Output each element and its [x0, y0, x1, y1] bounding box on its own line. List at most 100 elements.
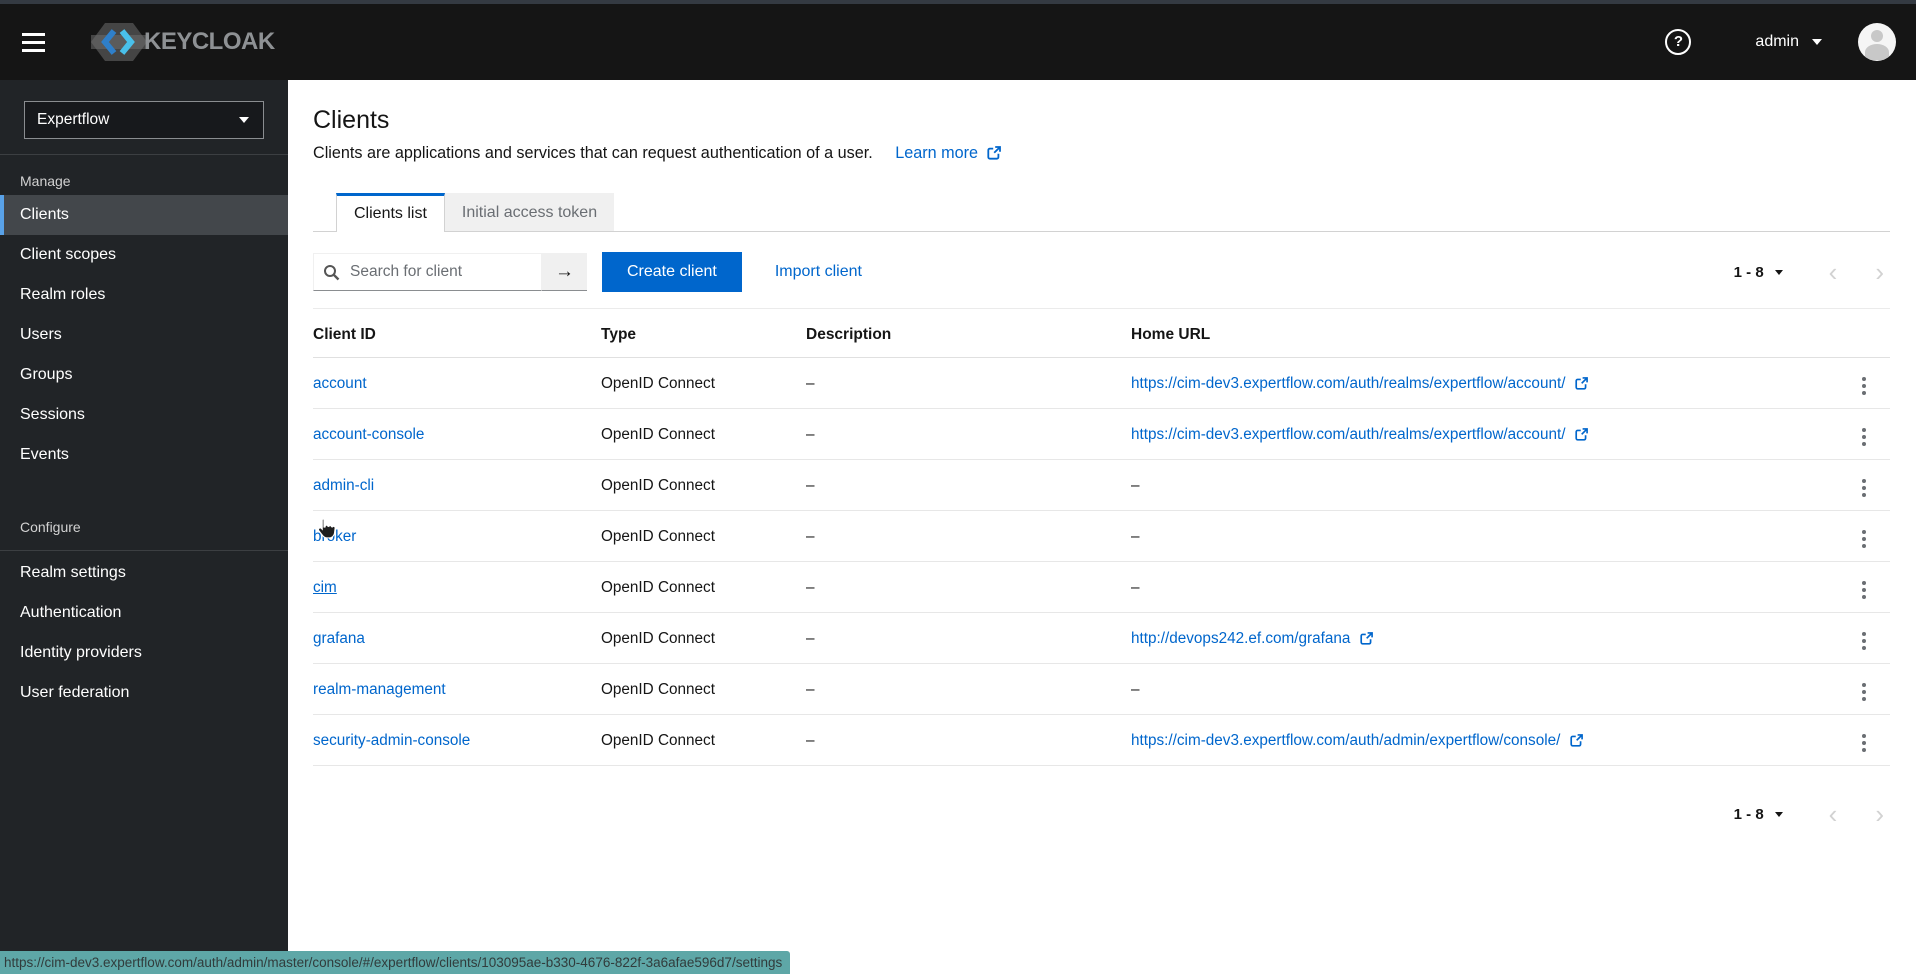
search-group: → [313, 253, 587, 291]
client-link[interactable]: account-console [313, 426, 424, 443]
client-description: – [806, 613, 1131, 664]
create-client-button[interactable]: Create client [602, 252, 742, 292]
pagination-prev-button[interactable]: ‹ [1829, 804, 1838, 824]
realm-selector[interactable]: Expertflow [24, 101, 264, 139]
external-link-icon [1570, 734, 1583, 747]
avatar[interactable] [1858, 23, 1896, 61]
user-menu[interactable]: admin [1755, 33, 1822, 51]
sidebar-item-authentication[interactable]: Authentication [0, 593, 288, 633]
client-link[interactable]: cim [313, 579, 337, 596]
table-row: broker OpenID Connect – – [313, 511, 1890, 562]
column-actions [1846, 309, 1890, 358]
pagination-next-button[interactable]: › [1875, 804, 1884, 824]
pagination-prev-button[interactable]: ‹ [1829, 262, 1838, 282]
home-url-link[interactable]: https://cim-dev3.expertflow.com/auth/rea… [1131, 426, 1588, 443]
client-type: OpenID Connect [601, 664, 806, 715]
pagination-top: 1 - 8 ‹ › [1734, 262, 1884, 282]
client-description: – [806, 715, 1131, 766]
table-row: admin-cli OpenID Connect – – [313, 460, 1890, 511]
row-kebab-menu[interactable] [1858, 526, 1871, 553]
client-description: – [806, 409, 1131, 460]
nav-group-configure-label: Configure [0, 501, 288, 541]
client-link[interactable]: realm-management [313, 681, 446, 698]
pagination-range-menu[interactable]: 1 - 8 [1734, 806, 1783, 823]
home-url-empty: – [1131, 664, 1846, 715]
search-icon [323, 264, 340, 281]
sidebar-item-realm-roles[interactable]: Realm roles [0, 275, 288, 315]
table-row: grafana OpenID Connect – http://devops24… [313, 613, 1890, 664]
keycloak-logo-icon [88, 20, 150, 64]
chevron-down-icon [1812, 39, 1822, 45]
sidebar-item-identity-providers[interactable]: Identity providers [0, 633, 288, 673]
tab-clients-list[interactable]: Clients list [336, 193, 445, 232]
tab-initial-access-token[interactable]: Initial access token [445, 193, 614, 232]
sidebar-divider [0, 550, 288, 551]
sidebar-item-client-scopes[interactable]: Client scopes [0, 235, 288, 275]
chevron-down-icon [1775, 270, 1783, 275]
learn-more-link[interactable]: Learn more [895, 144, 1001, 162]
nav-toggle-button[interactable] [22, 22, 62, 62]
keycloak-logo: KEYCLOAK [88, 20, 275, 64]
row-kebab-menu[interactable] [1858, 730, 1871, 757]
row-kebab-menu[interactable] [1858, 475, 1871, 502]
external-link-icon [1575, 377, 1588, 390]
home-url-empty: – [1131, 562, 1846, 613]
row-kebab-menu[interactable] [1858, 577, 1871, 604]
client-type: OpenID Connect [601, 409, 806, 460]
row-kebab-menu[interactable] [1858, 679, 1871, 706]
main-content: Clients Clients are applications and ser… [288, 80, 1916, 974]
sidebar-item-groups[interactable]: Groups [0, 355, 288, 395]
client-description: – [806, 664, 1131, 715]
pagination-range-menu[interactable]: 1 - 8 [1734, 264, 1783, 281]
external-link-icon [987, 146, 1001, 160]
table-header-row: Client ID Type Description Home URL [313, 309, 1890, 358]
tabs: Clients list Initial access token [313, 193, 1890, 232]
status-url: https://cim-dev3.expertflow.com/auth/adm… [4, 955, 782, 970]
search-submit-button[interactable]: → [542, 253, 587, 291]
chevron-down-icon [1775, 812, 1783, 817]
import-client-link[interactable]: Import client [775, 263, 862, 281]
nav-group-configure: Realm settings Authentication Identity p… [0, 553, 288, 713]
table-row-hovered: cim OpenID Connect – – [313, 562, 1890, 613]
sidebar-item-user-federation[interactable]: User federation [0, 673, 288, 713]
toolbar: → Create client Import client 1 - 8 ‹ › [313, 252, 1890, 309]
status-link-preview: https://cim-dev3.expertflow.com/auth/adm… [0, 951, 790, 974]
external-link-icon [1575, 428, 1588, 441]
client-link[interactable]: account [313, 375, 367, 392]
client-type: OpenID Connect [601, 562, 806, 613]
sidebar-item-clients[interactable]: Clients [0, 195, 288, 235]
sidebar-item-users[interactable]: Users [0, 315, 288, 355]
column-client-id: Client ID [313, 309, 601, 358]
home-url-link[interactable]: http://devops242.ef.com/grafana [1131, 630, 1373, 647]
clients-table: Client ID Type Description Home URL acco… [313, 309, 1890, 766]
home-url-link[interactable]: https://cim-dev3.expertflow.com/auth/rea… [1131, 375, 1588, 392]
sidebar-item-realm-settings[interactable]: Realm settings [0, 553, 288, 593]
help-icon[interactable]: ? [1665, 29, 1691, 55]
home-url-empty: – [1131, 460, 1846, 511]
masthead: KEYCLOAK ? admin [0, 4, 1916, 80]
pagination-next-button[interactable]: › [1875, 262, 1884, 282]
client-description: – [806, 460, 1131, 511]
row-kebab-menu[interactable] [1858, 424, 1871, 451]
row-kebab-menu[interactable] [1858, 373, 1871, 400]
table-row: account-console OpenID Connect – https:/… [313, 409, 1890, 460]
column-type: Type [601, 309, 806, 358]
client-description: – [806, 562, 1131, 613]
realm-selector-value: Expertflow [37, 111, 109, 129]
client-link[interactable]: security-admin-console [313, 732, 470, 749]
search-input[interactable] [313, 253, 542, 291]
client-description: – [806, 511, 1131, 562]
sidebar-item-events[interactable]: Events [0, 435, 288, 475]
sidebar-item-sessions[interactable]: Sessions [0, 395, 288, 435]
table-row: account OpenID Connect – https://cim-dev… [313, 358, 1890, 409]
pagination-bottom: 1 - 8 ‹ › [313, 804, 1884, 824]
client-link[interactable]: admin-cli [313, 477, 374, 494]
client-type: OpenID Connect [601, 715, 806, 766]
brand-text: KEYCLOAK [144, 28, 275, 56]
nav-group-manage: Clients Client scopes Realm roles Users … [0, 195, 288, 475]
client-description: – [806, 358, 1131, 409]
username: admin [1755, 33, 1799, 51]
row-kebab-menu[interactable] [1858, 628, 1871, 655]
home-url-link[interactable]: https://cim-dev3.expertflow.com/auth/adm… [1131, 732, 1583, 749]
client-link[interactable]: grafana [313, 630, 365, 647]
